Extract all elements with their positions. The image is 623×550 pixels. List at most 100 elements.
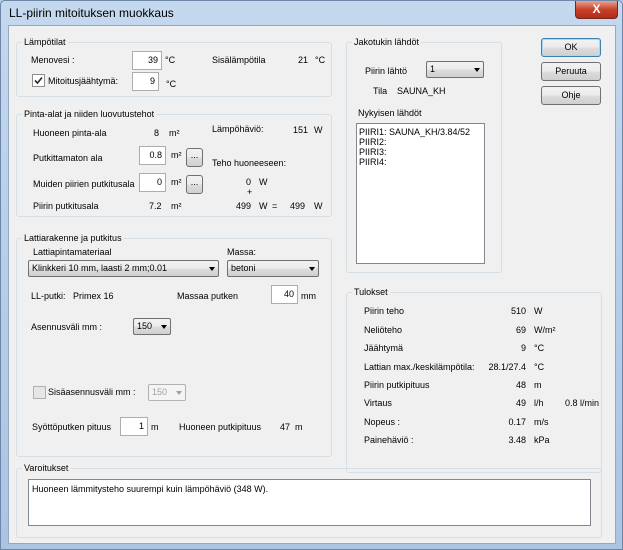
close-button[interactable]: X	[575, 1, 618, 19]
mitoitus-label: Mitoitusjäähtymä:	[48, 76, 119, 86]
list-item[interactable]: PIIRI4:	[359, 157, 387, 168]
temperatures-group-title: Lämpötilat	[22, 37, 68, 48]
massa-dropdown-value: betoni	[231, 263, 256, 273]
warnings-textbox[interactable]: Huoneen lämmitysteho suurempi kuin lämpö…	[28, 479, 591, 526]
menovesi-input[interactable]: 39	[132, 51, 162, 70]
virtaus-lmin: 0.8 l/min	[565, 398, 600, 408]
title-bar[interactable]: LL-piirin mitoituksen muokkaus X	[1, 1, 622, 25]
piirin-putkitusala-unit: m²	[171, 201, 182, 211]
huone-putki-unit: m	[295, 422, 303, 432]
material-dropdown-value: Klinkkeri 10 mm, laasti 2 mm;0.01	[32, 263, 168, 273]
result-value: 69	[515, 325, 526, 335]
muiden-browse-button[interactable]: ...	[186, 175, 203, 194]
result-value: 9	[520, 343, 526, 353]
result-unit: °C	[534, 362, 545, 372]
muiden-input[interactable]: 0	[139, 173, 166, 192]
menovesi-unit: °C	[165, 55, 176, 65]
muiden-w-unit: W	[259, 177, 268, 187]
piirin-lahto-label: Piirin lähtö	[365, 66, 408, 76]
dialog-body: Lämpötilat Menovesi : 39 °C Sisälämpötil…	[8, 25, 616, 544]
putkittamaton-input[interactable]: 0.8	[139, 146, 166, 165]
syotto-unit: m	[151, 422, 159, 432]
lampohavio-value: 151	[293, 125, 309, 135]
mitoitus-input[interactable]: 9	[132, 72, 159, 91]
huone-putki-value: 47	[280, 422, 291, 432]
result-label: Virtaus	[364, 398, 392, 408]
jakotukki-group-title: Jakotukin lähdöt	[352, 37, 422, 48]
huone-putki-label: Huoneen putkipituus	[179, 422, 262, 432]
result-label: Lattian max./keskilämpötila:	[364, 362, 475, 372]
putkittamaton-label: Putkittamaton ala	[33, 153, 103, 163]
result-label: Nopeus :	[364, 417, 401, 427]
result-value: 28.1/27.4	[488, 362, 526, 372]
result-label: Piirin teho	[364, 306, 405, 316]
syotto-input[interactable]: 1	[120, 417, 148, 436]
total-w-unit: W	[314, 201, 323, 211]
plus-sign: +	[247, 187, 253, 197]
window-title: LL-piirin mitoituksen muokkaus	[9, 6, 174, 20]
floor-group-title: Lattiarakenne ja putkitus	[22, 233, 124, 244]
sisa-checkbox[interactable]	[33, 386, 46, 399]
warnings-group-title: Varoitukset	[22, 463, 71, 474]
equals-sign: =	[272, 201, 278, 211]
chevron-down-icon	[474, 68, 480, 72]
result-unit: l/h	[534, 398, 544, 408]
result-label: Neliöteho	[364, 325, 403, 335]
sisa-dropdown[interactable]: 150	[148, 384, 186, 401]
results-group-title: Tulokset	[352, 287, 390, 298]
result-label: Jäähtymä	[364, 343, 404, 353]
result-value: 0.17	[508, 417, 526, 427]
massaa-unit: mm	[301, 291, 316, 301]
massa-dropdown[interactable]: betoni	[227, 260, 319, 277]
chevron-down-icon	[176, 391, 182, 395]
result-unit: W	[534, 306, 543, 316]
menovesi-label: Menovesi :	[31, 55, 75, 65]
areas-group-title: Pinta-alat ja niiden luovutustehot	[22, 109, 157, 120]
piirin-putkitusala-value: 7.2	[149, 201, 162, 211]
putkittamaton-browse-button[interactable]: ...	[186, 148, 203, 167]
massaa-input[interactable]: 40	[271, 285, 298, 304]
piirin-w-unit: W	[259, 201, 268, 211]
result-unit: W/m²	[534, 325, 556, 335]
llputki-value: Primex 16	[73, 291, 114, 301]
sisalampotila-value: 21	[298, 55, 309, 65]
lampohavio-label: Lämpöhäviö:	[212, 124, 264, 134]
sisalampotila-label: Sisälämpötila	[212, 55, 266, 65]
llputki-label: LL-putki:	[31, 291, 66, 301]
chevron-down-icon	[209, 267, 215, 271]
asennus-dropdown[interactable]: 150	[133, 318, 171, 335]
cancel-button[interactable]: Peruuta	[541, 62, 601, 81]
nykyisen-label: Nykyisen lähdöt	[358, 108, 422, 118]
huone-area-unit: m²	[169, 128, 180, 138]
chevron-down-icon	[309, 267, 315, 271]
tila-label: Tila	[373, 86, 388, 96]
muiden-label: Muiden piirien putkitusala	[33, 179, 135, 189]
total-w-value: 499	[290, 201, 306, 211]
putkittamaton-unit: m²	[171, 150, 182, 160]
lahdot-listbox[interactable]: PIIRI1: SAUNA_KH/3.84/52 PIIRI2: PIIRI3:…	[356, 123, 485, 264]
huone-area-label: Huoneen pinta-ala	[33, 128, 107, 138]
result-unit: °C	[534, 343, 545, 353]
material-dropdown[interactable]: Klinkkeri 10 mm, laasti 2 mm;0.01	[28, 260, 219, 277]
result-unit: m	[534, 380, 542, 390]
result-value: 48	[515, 380, 526, 390]
tila-value: SAUNA_KH	[397, 86, 446, 96]
mitoitus-unit: °C	[166, 79, 177, 89]
asennus-label: Asennusväli mm :	[31, 322, 103, 332]
mitoitus-checkbox[interactable]	[32, 74, 45, 87]
help-button[interactable]: Ohje	[541, 86, 601, 105]
ok-button[interactable]: OK	[541, 38, 601, 57]
result-value: 510	[510, 306, 526, 316]
piirin-lahto-dropdown-value: 1	[430, 64, 436, 74]
warning-text: Huoneen lämmitysteho suurempi kuin lämpö…	[32, 484, 269, 494]
sisa-label: Sisäasennusväli mm :	[48, 387, 136, 397]
result-label: Piirin putkipituus	[364, 380, 430, 390]
result-unit: m/s	[534, 417, 549, 427]
piirin-lahto-dropdown[interactable]: 1	[426, 61, 484, 78]
result-unit: kPa	[534, 435, 550, 445]
massa-label: Massa:	[227, 247, 257, 257]
chevron-down-icon	[161, 325, 167, 329]
result-value: 3.48	[508, 435, 526, 445]
piirin-putkitusala-label: Piirin putkitusala	[33, 201, 99, 211]
result-label: Painehäviö :	[364, 435, 414, 445]
